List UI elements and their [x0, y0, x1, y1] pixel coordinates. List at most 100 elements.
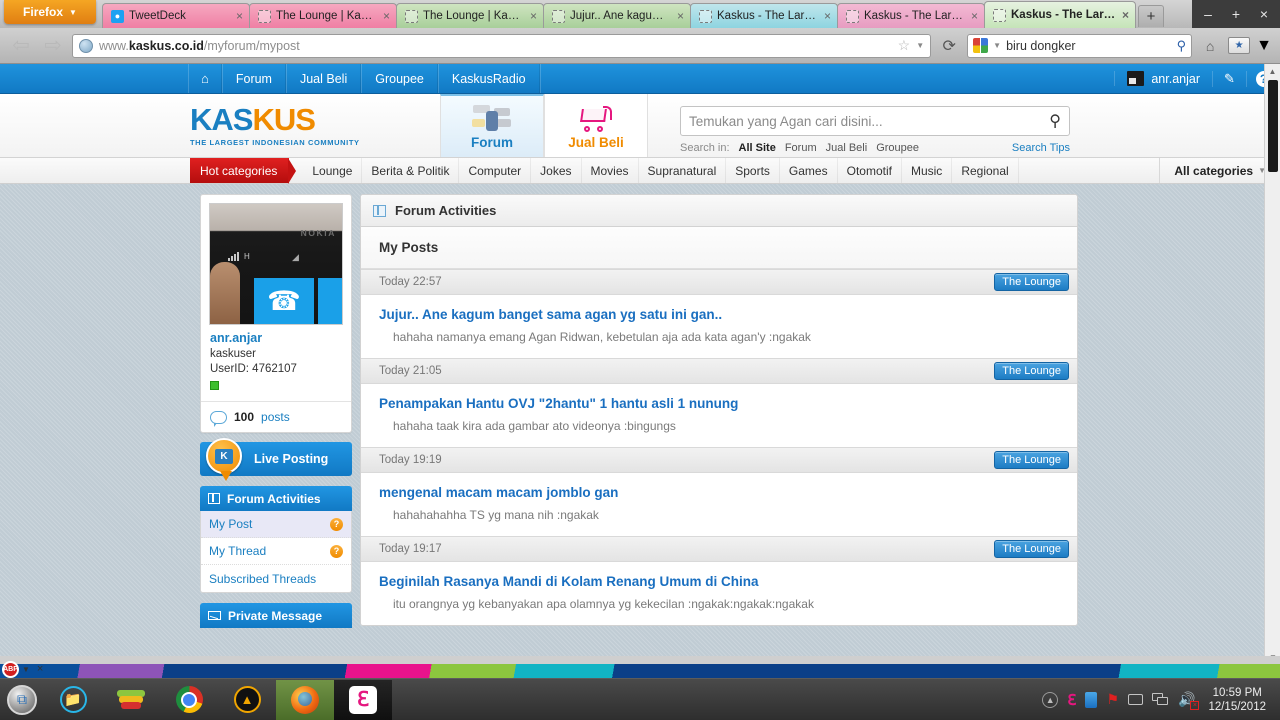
- taskbar-app-firefox[interactable]: [276, 679, 334, 720]
- show-hidden-icons-button[interactable]: ▲: [1042, 691, 1059, 708]
- chevron-down-icon[interactable]: ▼: [993, 41, 1001, 50]
- forum-badge[interactable]: The Lounge: [994, 451, 1069, 469]
- header-tab-jual-beli[interactable]: Jual Beli: [544, 94, 648, 157]
- nav-item-forum[interactable]: Forum: [221, 64, 286, 93]
- forward-icon[interactable]: ⇨: [40, 33, 66, 58]
- all-categories-dropdown[interactable]: All categories ▼: [1159, 158, 1280, 183]
- taskbar-app-bluestacks[interactable]: [102, 680, 160, 720]
- chevron-down-icon[interactable]: ▼: [1256, 37, 1272, 55]
- reload-icon[interactable]: ⟳: [937, 36, 961, 56]
- browser-search-bar[interactable]: ▼ biru dongker ⚲: [967, 33, 1193, 58]
- browser-tab-5[interactable]: Kaskus - The Larges... ×: [837, 3, 985, 28]
- category-supranatural[interactable]: Supranatural: [639, 158, 727, 183]
- page-scrollbar[interactable]: ▲ ▼: [1264, 64, 1280, 664]
- close-icon[interactable]: ×: [677, 9, 684, 23]
- post-title-link[interactable]: Penampakan Hantu OVJ "2hantu" 1 hantu as…: [379, 396, 1059, 411]
- taskbar-app-explorer[interactable]: 📁: [44, 680, 102, 720]
- forum-badge[interactable]: The Lounge: [994, 540, 1069, 558]
- browser-tab-1[interactable]: The Lounge | Kasku... ×: [249, 3, 397, 28]
- live-posting-button[interactable]: K Live Posting: [200, 438, 352, 481]
- user-account-button[interactable]: anr.anjar: [1114, 71, 1212, 86]
- sidebar-item-my-post[interactable]: My Post ?: [201, 511, 351, 538]
- firefox-menu-button[interactable]: Firefox ▼: [4, 0, 96, 24]
- network-icon[interactable]: [1152, 692, 1169, 707]
- post-title-link[interactable]: Beginilah Rasanya Mandi di Kolam Renang …: [379, 574, 1059, 589]
- taskbar-app-camfrog[interactable]: ℇ: [334, 679, 392, 720]
- address-bar[interactable]: www.kaskus.co.id/myforum/mypost ☆ ▼: [72, 33, 932, 58]
- camfrog-tray-icon[interactable]: ℇ: [1067, 691, 1076, 709]
- taskbar-app-chrome[interactable]: [160, 680, 218, 720]
- site-search-input[interactable]: Temukan yang Agan cari disini... ⚲: [680, 106, 1070, 136]
- category-regional[interactable]: Regional: [952, 158, 1019, 183]
- category-jokes[interactable]: Jokes: [531, 158, 582, 183]
- category-sports[interactable]: Sports: [726, 158, 780, 183]
- scrollbar-thumb[interactable]: [1268, 80, 1278, 172]
- search-scope-groupee[interactable]: Groupee: [876, 142, 919, 154]
- category-movies[interactable]: Movies: [582, 158, 639, 183]
- pencil-icon[interactable]: ✎: [1212, 70, 1246, 87]
- category-music[interactable]: Music: [902, 158, 953, 183]
- category-berita-politik[interactable]: Berita & Politik: [362, 158, 460, 183]
- forum-badge[interactable]: The Lounge: [994, 273, 1069, 291]
- kaskus-logo[interactable]: KASKUS THE LARGEST INDONESIAN COMMUNITY: [190, 94, 440, 157]
- browser-tab-3[interactable]: Jujur.. Ane kagum b... ×: [543, 3, 691, 28]
- search-icon[interactable]: ⚲: [1177, 38, 1187, 54]
- close-icon[interactable]: ×: [530, 9, 537, 23]
- sidebar-section-header[interactable]: Forum Activities: [200, 486, 352, 511]
- avatar[interactable]: NOKIA H ◢: [209, 203, 343, 325]
- close-icon[interactable]: ×: [824, 9, 831, 23]
- search-scope-jual-beli[interactable]: Jual Beli: [826, 142, 868, 154]
- close-icon[interactable]: ×: [1122, 8, 1129, 22]
- hot-categories-tab[interactable]: Hot categories: [190, 158, 297, 184]
- taskbar-app-aimp[interactable]: ▲: [218, 680, 276, 720]
- close-icon[interactable]: ×: [383, 9, 390, 23]
- sidebar-item-my-thread[interactable]: My Thread ?: [201, 538, 351, 565]
- search-tips-link[interactable]: Search Tips: [1012, 142, 1070, 154]
- scroll-up-icon[interactable]: ▲: [1265, 64, 1280, 78]
- category-otomotif[interactable]: Otomotif: [838, 158, 902, 183]
- blue-tray-icon[interactable]: [1085, 691, 1098, 708]
- post-title-link[interactable]: Jujur.. Ane kagum banget sama agan yg sa…: [379, 307, 1059, 322]
- category-games[interactable]: Games: [780, 158, 838, 183]
- usb-icon[interactable]: [1128, 694, 1143, 705]
- nav-item-jual-beli[interactable]: Jual Beli: [285, 64, 362, 93]
- close-icon[interactable]: ×: [971, 9, 978, 23]
- nav-home-button[interactable]: ⌂: [188, 64, 222, 93]
- minimize-button[interactable]: –: [1194, 3, 1222, 25]
- browser-tab-0[interactable]: ● TweetDeck ×: [102, 3, 250, 28]
- nav-item-kaskusradio[interactable]: KaskusRadio: [437, 64, 540, 93]
- maximize-button[interactable]: +: [1222, 3, 1250, 25]
- red-flag-icon[interactable]: ⚑: [1106, 691, 1119, 708]
- profile-username-link[interactable]: anr.anjar: [210, 331, 342, 345]
- adblock-plus-button[interactable]: ABP ▼ ×: [2, 658, 58, 680]
- chevron-down-icon[interactable]: ▼: [916, 41, 924, 50]
- header-tab-forum[interactable]: Forum: [440, 94, 544, 157]
- help-badge-icon[interactable]: ?: [330, 544, 343, 558]
- forum-badge[interactable]: The Lounge: [994, 362, 1069, 380]
- sidebar-section-header[interactable]: Private Message: [200, 603, 352, 628]
- close-icon[interactable]: ×: [37, 663, 43, 675]
- category-computer[interactable]: Computer: [459, 158, 532, 183]
- close-icon[interactable]: ×: [236, 9, 243, 23]
- sidebar-item-subscribed-threads[interactable]: Subscribed Threads: [201, 565, 351, 592]
- help-badge-icon[interactable]: ?: [330, 517, 343, 531]
- google-icon[interactable]: [973, 38, 989, 53]
- browser-search-input[interactable]: biru dongker: [1006, 39, 1172, 53]
- browser-tab-2[interactable]: The Lounge | Kasku... ×: [396, 3, 544, 28]
- browser-tab-4[interactable]: Kaskus - The Larges... ×: [690, 3, 838, 28]
- nav-item-groupee[interactable]: Groupee: [361, 64, 438, 93]
- back-icon[interactable]: ⇦: [8, 33, 34, 58]
- volume-muted-icon[interactable]: 🔊 ×: [1178, 691, 1200, 710]
- search-icon[interactable]: ⚲: [1049, 111, 1061, 131]
- search-scope-forum[interactable]: Forum: [785, 142, 817, 154]
- post-title-link[interactable]: mengenal macam macam jomblo gan: [379, 485, 1059, 500]
- browser-tab-6-active[interactable]: Kaskus - The Large... ×: [984, 1, 1136, 28]
- category-lounge[interactable]: Lounge: [303, 158, 363, 183]
- windows-start-button[interactable]: ⧉: [0, 680, 44, 720]
- new-tab-button[interactable]: +: [1138, 5, 1164, 27]
- home-icon[interactable]: ⌂: [1198, 38, 1222, 54]
- window-close-button[interactable]: ×: [1250, 3, 1278, 25]
- taskbar-clock[interactable]: 10:59 PM 12/15/2012: [1204, 686, 1272, 714]
- chevron-down-icon[interactable]: ▼: [22, 665, 30, 674]
- search-scope-all-site[interactable]: All Site: [739, 142, 776, 154]
